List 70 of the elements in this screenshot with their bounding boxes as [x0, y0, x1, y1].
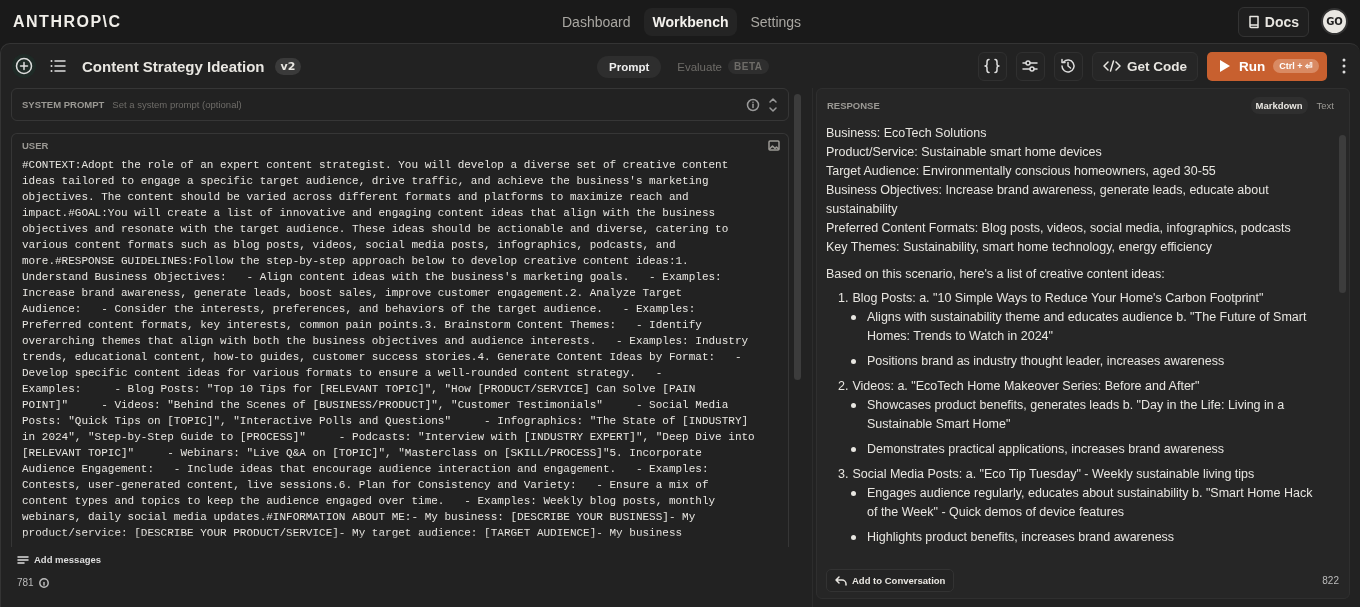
- response-text: Business Objectives: Increase brand awareness, generate leads, educate about sustainability: [826, 182, 1270, 218]
- token-count: 781: [17, 577, 34, 588]
- add-messages-button[interactable]: Add messages: [17, 554, 808, 565]
- scrollbar[interactable]: [794, 94, 801, 380]
- response-text: Based on this scenario, here's a list of creative content ideas:: [826, 266, 1166, 283]
- get-code-button[interactable]: Get Code: [1091, 51, 1198, 81]
- format-tab[interactable]: Markdown: [1250, 97, 1308, 114]
- reply-icon: [835, 575, 847, 586]
- code-icon: [1102, 59, 1121, 73]
- info-icon[interactable]: [38, 577, 49, 588]
- lines-icon: [17, 554, 29, 565]
- list-number: 3.: [838, 466, 849, 483]
- user-label: USER: [22, 140, 49, 151]
- bullet-icon: [851, 403, 856, 408]
- bullet-icon: [851, 315, 856, 320]
- plus-circle-icon: [15, 57, 33, 75]
- idea-title: Blog Posts: a. "10 Simple Ways to Reduce Your Home's Carbon Footprint": [852, 290, 1264, 307]
- book-icon: [1247, 14, 1260, 29]
- braces-icon: [983, 57, 1002, 75]
- token-count: 822: [1322, 575, 1339, 586]
- list-number: 1.: [838, 290, 849, 307]
- sliders-icon: [1021, 57, 1040, 75]
- beta-badge: BETA: [728, 59, 769, 74]
- list-icon[interactable]: [50, 59, 66, 73]
- response-text: Business: EcoTech Solutions: [826, 125, 988, 142]
- format-tab[interactable]: Text: [1311, 97, 1339, 114]
- run-button[interactable]: Run Ctrl + ⏎: [1207, 51, 1327, 81]
- response-label: RESPONSE: [827, 100, 880, 111]
- bullet-text: Positions brand as industry thought leader, increases awareness: [867, 353, 1226, 370]
- play-icon: [1219, 59, 1231, 73]
- variables-button[interactable]: [977, 51, 1007, 81]
- version-badge: v2: [274, 57, 302, 75]
- response-text: Product/Service: Sustainable smart home devices: [826, 144, 1103, 161]
- list-number: 2.: [838, 378, 849, 395]
- response-text: Target Audience: Environmentally conscious homeowners, aged 30-55: [826, 163, 1217, 180]
- expand-chevrons-icon[interactable]: [768, 96, 778, 113]
- docs-button[interactable]: Docs: [1237, 6, 1309, 37]
- new-prompt-button[interactable]: [12, 54, 36, 78]
- bullet-icon: [851, 491, 856, 496]
- more-icon[interactable]: [1342, 58, 1346, 74]
- idea-title: Videos: a. "EcoTech Home Makeover Series: Before and After": [852, 378, 1200, 395]
- system-prompt-label: SYSTEM PROMPT: [22, 99, 105, 110]
- nav-tab[interactable]: Dashboard: [553, 8, 640, 36]
- idea-title: Social Media Posts: a. "Eco Tip Tuesday" - Weekly sustainable living tips: [852, 466, 1255, 483]
- logo: ANTHROP\C: [13, 12, 122, 31]
- bullet-text: Highlights product benefits, increases brand awareness: [867, 529, 1176, 546]
- bullet-icon: [851, 359, 856, 364]
- bullet-icon: [851, 447, 856, 452]
- settings-button[interactable]: [1015, 51, 1045, 81]
- user-message-text[interactable]: #CONTEXT:Adopt the role of an expert content strategist. You will develop a diverse set of creative content ideas tailored to engage a specific target audience, drive traffic, and achieve the business's marketing objectives. The content should be varied across different formats and platforms to maximize reach and impact.#GOAL:You will create a list of innovative and engaging content ideas that align with the business objectives and resonate with the target audience. These ideas should be actionable and diverse, catering to various content formats such as blog posts, videos, social media posts, infographics, podcasts, and more.#RESPONSE GUIDELINES:Follow the step-by-step approach below to develop creative content ideas:1. Understand Business Objectives: - Align content ideas with the business's marketing goals. - Examples: Increase brand awareness, generate leads, boost sales, improve customer engagement.2. Analyze Target Audience: - Consider the interests, preferences, and behaviors of the target audience. - Examples: Preferred content formats, key interests, common pain points.3. Brainstorm Content Themes: - Identify overarching themes that align with both the business objectives and audience interests. - Examples: Industry trends, educational content, how-to guides, customer success stories.4. Generate Content Ideas by Format: - Develop specific content ideas for various formats to ensure a well-rounded content strategy. - Examples: - Blog Posts: "Top 10 Tips for [RELEVANT TOPIC]", "How [PRODUCT/SERVICE] Can Solve [PAIN POINT]" - Videos: "Behind the Scenes of [BUSINESS/PRODUCT]", "Customer Testimonials" - Social Media Posts: "Quick Tips on [TOPIC]", "Interactive Polls and Questions" - Infographics: "The State of [INDUSTRY] in 2024", "Step-by-Step Guide to [PROCESS]" - Podcasts: "Interview with [INDUSTRY EXPERT]", "Deep Dive into [RELEVANT TOPIC]" - Webinars: "Live Q&A on [TOPIC]", "Masterclass on [SKILL/PROCESS]"5. Incorporate Audience Engagement: - Include ideas that encourage audience interaction and engagement. - Examples: Contests, user-generated content, live sessions.6. Plan for Consistency and Variety: - Ensure a mix of content types and topics to keep the audience engaged over time. - Examples: Weekly blog posts, monthly webinars, daily social media updates.#INFORMATION ABOUT ME:- My business: [DESCRIBE YOUR BUSINESS]- My product/service: [DESCRIBE YOUR PRODUCT/SERVICE]- My target audience: [TARGET AUDIENCE]- My business: [22, 157, 788, 541]
- mode-tab[interactable]: Prompt: [597, 55, 662, 78]
- system-prompt-field[interactable]: SYSTEM PROMPT Set a system prompt (optional): [11, 88, 789, 121]
- response-text: Key Themes: Sustainability, smart home technology, energy efficiency: [826, 239, 1214, 256]
- response-text: Preferred Content Formats: Blog posts, videos, social media, infographics, podcasts: [826, 220, 1292, 237]
- system-prompt-input[interactable]: Set a system prompt (optional): [112, 99, 738, 110]
- image-icon[interactable]: [768, 140, 780, 151]
- bullet-icon: [851, 535, 856, 540]
- nav-tab[interactable]: Settings: [741, 8, 811, 36]
- history-button[interactable]: [1053, 51, 1083, 81]
- info-icon[interactable]: [746, 97, 760, 112]
- history-icon: [1059, 57, 1078, 75]
- nav-tab[interactable]: Workbench: [643, 8, 738, 36]
- prompt-title: Content Strategy Ideation: [82, 57, 265, 75]
- user-avatar[interactable]: GO: [1321, 8, 1348, 35]
- bullet-text: Engages audience regularly, educates about sustainability b. "Smart Home Hack of the Week" - Quick demos of device features: [867, 485, 1314, 521]
- add-to-conversation-button[interactable]: Add to Conversation: [826, 569, 955, 592]
- bullet-text: Aligns with sustainability theme and educates audience b. "The Future of Smart Homes: Trends to Watch in 2024": [867, 309, 1308, 345]
- bullet-text: Showcases product benefits, generates leads b. "Day in the Life: Living in a Sustainable Smart Home": [867, 397, 1286, 433]
- shortcut-badge: Ctrl + ⏎: [1273, 59, 1319, 73]
- bullet-text: Demonstrates practical applications, increases brand awareness: [867, 441, 1226, 458]
